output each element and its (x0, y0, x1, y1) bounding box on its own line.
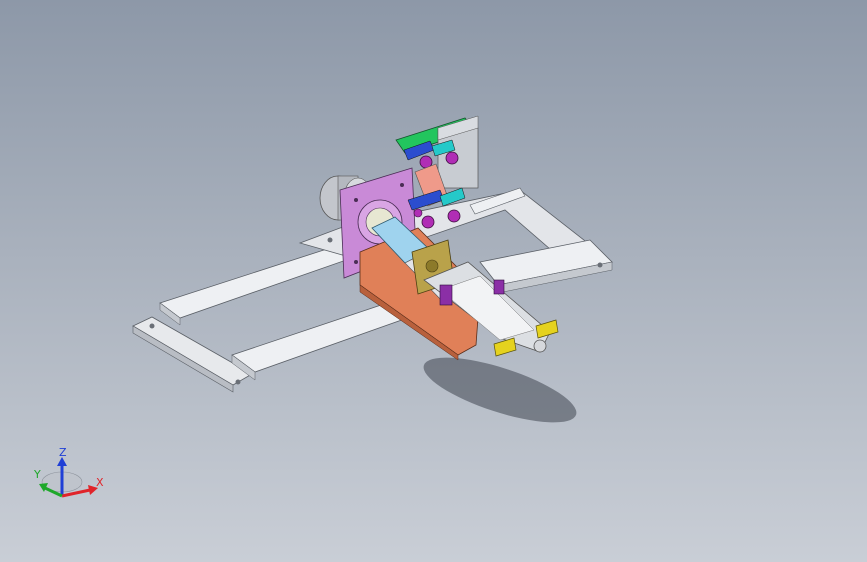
assembly-model[interactable] (0, 0, 867, 562)
triad-x-label: X (96, 476, 104, 489)
triad-z-label: Z (59, 446, 67, 459)
triad-y-label: Y (33, 468, 41, 481)
model-shadow (423, 357, 577, 423)
coordinate-triad: Z X Y (33, 446, 104, 498)
cad-viewport[interactable]: Z X Y (0, 0, 867, 562)
